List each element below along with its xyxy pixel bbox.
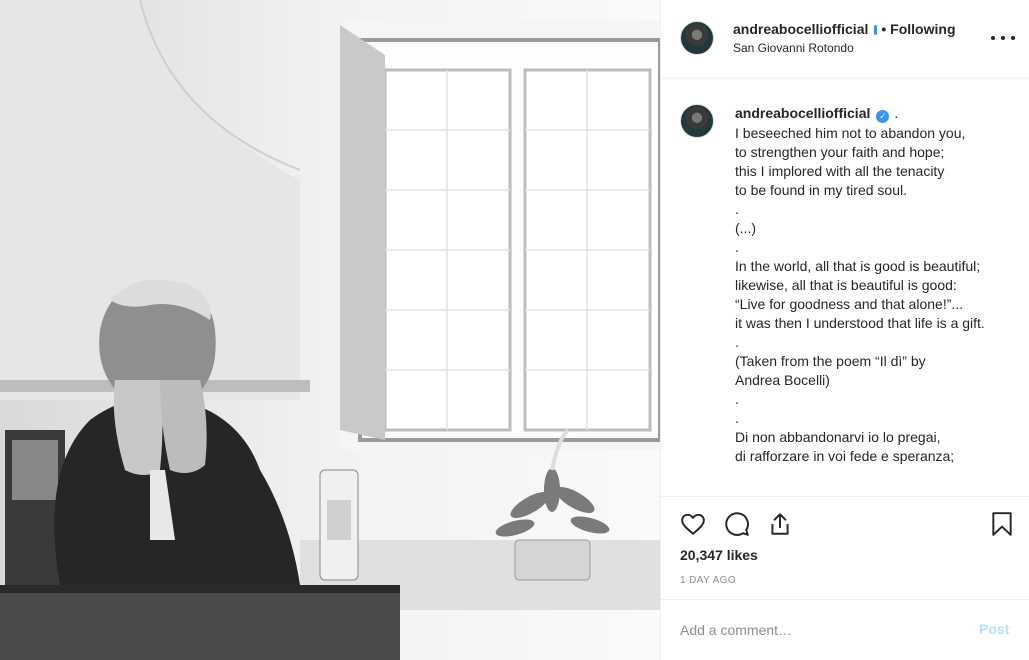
comment-bubble-icon[interactable] <box>724 511 750 537</box>
avatar[interactable] <box>680 104 714 138</box>
location-link[interactable]: San Giovanni Rotondo <box>733 41 854 55</box>
post-photo[interactable] <box>0 0 660 660</box>
caption-username[interactable]: andreabocelliofficial <box>735 105 870 121</box>
likes-count[interactable]: 20,347 likes <box>680 547 758 563</box>
header-separator: • <box>881 21 887 37</box>
follow-status-button[interactable]: Following <box>890 21 955 37</box>
heart-icon[interactable] <box>680 511 706 537</box>
caption-trailing: . <box>894 105 899 121</box>
post-detail-panel: andreabocelliofficial • Following San Gio… <box>660 0 1029 660</box>
post-photo-image <box>0 0 660 660</box>
comment-bar: Post <box>661 599 1029 660</box>
post-header: andreabocelliofficial • Following San Gio… <box>661 0 1029 79</box>
share-icon[interactable] <box>767 511 793 537</box>
post-comment-button[interactable]: Post <box>979 621 1009 637</box>
comment-input[interactable] <box>680 618 960 642</box>
verified-sliver-icon <box>874 25 878 35</box>
header-username[interactable]: andreabocelliofficial <box>733 21 868 37</box>
caption-user-line: andreabocelliofficial ✓. <box>735 105 898 123</box>
caption-section[interactable]: andreabocelliofficial ✓. I beseeched him … <box>661 80 1029 496</box>
post-actions: 20,347 likes 1 DAY AGO <box>661 496 1029 600</box>
caption-text: I beseeched him not to abandon you, to s… <box>735 125 985 464</box>
header-user-line: andreabocelliofficial • Following <box>733 21 956 37</box>
bookmark-icon[interactable] <box>989 511 1015 537</box>
verified-badge-icon: ✓ <box>876 110 890 123</box>
post-timestamp[interactable]: 1 DAY AGO <box>680 575 736 586</box>
more-options-icon[interactable] <box>991 30 1015 46</box>
avatar[interactable] <box>680 21 714 55</box>
